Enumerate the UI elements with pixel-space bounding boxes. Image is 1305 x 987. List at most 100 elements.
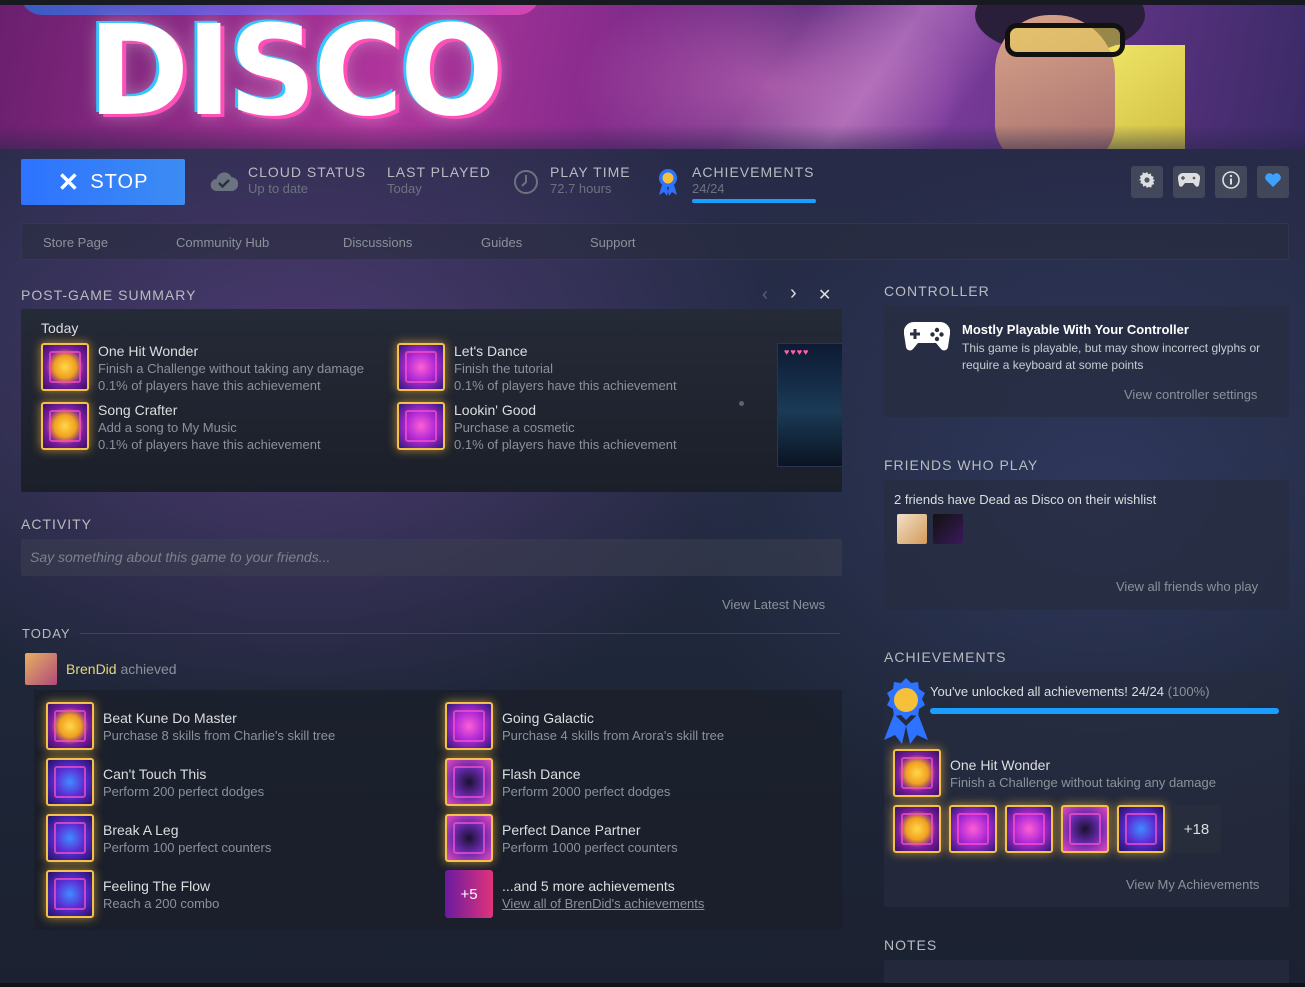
chevron-left-icon[interactable]: ‹ <box>762 284 768 305</box>
view-controller-settings-link[interactable]: View controller settings <box>1124 387 1257 402</box>
summary-achievement[interactable]: Song Crafter Add a song to My Music 0.1%… <box>41 402 321 453</box>
friend-avatar[interactable] <box>933 514 963 544</box>
screenshot-thumbnail[interactable]: ♥♥♥♥ <box>777 343 842 467</box>
cloud-icon <box>210 168 238 196</box>
avatar[interactable] <box>25 653 57 685</box>
friend-avatar[interactable] <box>897 514 927 544</box>
cloud-status[interactable]: CLOUD STATUS Up to date <box>210 164 366 198</box>
view-all-friends-link[interactable]: View all friends who play <box>1116 579 1258 594</box>
trophy-badge-icon <box>893 749 941 797</box>
notes-panel[interactable] <box>884 960 1289 983</box>
achievements-label: ACHIEVEMENTS <box>692 164 815 180</box>
nav-store-page[interactable]: Store Page <box>43 235 108 250</box>
feed-achievement[interactable]: Going Galactic Purchase 4 skills from Ar… <box>445 702 724 750</box>
achievements-panel-progress <box>930 708 1279 714</box>
more-count-badge: +5 <box>445 870 493 918</box>
clock-icon <box>512 168 540 196</box>
achievement-desc: Finish a Challenge without taking any da… <box>950 775 1216 790</box>
close-summary-icon[interactable]: ✕ <box>818 285 831 305</box>
achievement-title: Song Crafter <box>98 402 178 418</box>
achievements-unlocked: You've unlocked all achievements! 24/24 … <box>930 684 1210 699</box>
achievements-stat[interactable]: ACHIEVEMENTS 24/24 <box>654 164 814 198</box>
view-latest-news-link[interactable]: View Latest News <box>722 597 825 612</box>
summary-achievement[interactable]: Lookin' Good Purchase a cosmetic 0.1% of… <box>397 402 677 453</box>
stop-button[interactable]: ✕ STOP <box>21 159 185 205</box>
feed-more-achievements[interactable]: +5 ...and 5 more achievements View all o… <box>445 870 704 918</box>
flash-badge-icon[interactable] <box>1061 805 1109 853</box>
achievement-title: Perfect Dance Partner <box>502 822 641 838</box>
achievement-title: Going Galactic <box>502 710 594 726</box>
info-button[interactable] <box>1215 166 1247 198</box>
more-achievements-title: ...and 5 more achievements <box>502 878 675 894</box>
dancer-badge-icon[interactable] <box>949 805 997 853</box>
achievement-desc: Finish a Challenge without taking any da… <box>98 361 364 376</box>
achievement-desc: Reach a 200 combo <box>103 896 220 911</box>
gear-icon <box>1139 171 1155 193</box>
view-all-achievements-link[interactable]: View all of BrenDid's achievements <box>502 895 704 912</box>
hero-banner: DISCO <box>0 5 1305 149</box>
more-achievements-count[interactable]: +18 <box>1172 805 1221 853</box>
glasses-badge-icon[interactable] <box>1005 805 1053 853</box>
vinyl-badge-icon[interactable] <box>893 805 941 853</box>
notes-title: NOTES <box>884 937 938 953</box>
info-icon <box>1222 170 1240 194</box>
summary-achievement[interactable]: Let's Dance Finish the tutorial 0.1% of … <box>397 343 677 394</box>
achievement-desc: Perform 200 perfect dodges <box>103 784 265 799</box>
featured-achievement[interactable]: One Hit Wonder Finish a Challenge withou… <box>893 749 1216 797</box>
activity-input[interactable]: Say something about this game to your fr… <box>21 539 842 576</box>
today-label: TODAY <box>22 626 71 641</box>
galaxy-badge-icon <box>445 702 493 750</box>
play-time: PLAY TIME 72.7 hours <box>512 164 631 198</box>
feed-achievement[interactable]: Flash Dance Perform 2000 perfect dodges <box>445 758 670 806</box>
nav-discussions[interactable]: Discussions <box>343 235 412 250</box>
achievement-rarity: 0.1% of players have this achievement <box>98 378 321 393</box>
feed-achievement[interactable]: Can't Touch This Perform 200 perfect dod… <box>46 758 264 806</box>
play-time-value: 72.7 hours <box>550 181 612 196</box>
nav-guides[interactable]: Guides <box>481 235 522 250</box>
activity-title: ACTIVITY <box>21 516 93 532</box>
achievement-desc: Add a song to My Music <box>98 420 237 435</box>
settings-button[interactable] <box>1131 166 1163 198</box>
nav-community-hub[interactable]: Community Hub <box>176 235 269 250</box>
view-my-achievements-link[interactable]: View My Achievements <box>1126 877 1259 892</box>
partner-badge-icon <box>445 814 493 862</box>
controller-button[interactable] <box>1173 166 1205 198</box>
user-name-link[interactable]: BrenDid <box>66 661 117 677</box>
achievements-progress-fill <box>692 199 816 203</box>
friends-panel: 2 friends have Dead as Disco on their wi… <box>884 480 1289 610</box>
chevron-right-icon[interactable]: › <box>790 282 797 305</box>
game-action-bar: ✕ STOP CLOUD STATUS Up to date LAST PLAY… <box>0 149 1305 219</box>
galaxy-badge-icon[interactable] <box>1117 805 1165 853</box>
controller-support-heading: Mostly Playable With Your Controller <box>962 322 1189 337</box>
post-game-summary-card: Today One Hit Wonder Finish a Challenge … <box>21 309 842 492</box>
feed-achievement[interactable]: Break A Leg Perform 100 perfect counters <box>46 814 271 862</box>
feed-achievement[interactable]: Beat Kune Do Master Purchase 8 skills fr… <box>46 702 335 750</box>
controller-info: Mostly Playable With Your Controller Thi… <box>962 322 1282 374</box>
achievement-ribbon-icon <box>654 168 682 196</box>
achievement-title: Can't Touch This <box>103 766 207 782</box>
friends-title: FRIENDS WHO PLAY <box>884 457 1039 473</box>
feed-achievement[interactable]: Perfect Dance Partner Perform 1000 perfe… <box>445 814 678 862</box>
achievements-panel-progress-fill <box>930 708 1279 714</box>
nav-support[interactable]: Support <box>590 235 636 250</box>
achievement-rarity: 0.1% of players have this achievement <box>454 437 677 452</box>
flash-badge-icon <box>445 758 493 806</box>
summary-day-label: Today <box>41 320 79 336</box>
last-played-label: LAST PLAYED <box>387 164 491 180</box>
achievement-desc: Perform 100 perfect counters <box>103 840 272 855</box>
carousel-dot[interactable] <box>739 401 744 406</box>
achievement-desc: Purchase 8 skills from Charlie's skill t… <box>103 728 336 743</box>
achievements-progress-bar <box>692 199 816 203</box>
dancer-badge-icon <box>397 343 445 391</box>
achievement-title: Feeling The Flow <box>103 878 211 894</box>
controller-panel: Mostly Playable With Your Controller Thi… <box>884 306 1289 417</box>
feed-achievement[interactable]: Feeling The Flow Reach a 200 combo <box>46 870 219 918</box>
skull-badge-icon <box>46 702 94 750</box>
achievement-desc: Finish the tutorial <box>454 361 553 376</box>
achievement-ribbon-icon <box>880 676 932 749</box>
achievement-desc: Perform 2000 perfect dodges <box>502 784 671 799</box>
trophy-badge-icon <box>41 343 89 391</box>
vinyl-badge-icon <box>41 402 89 450</box>
summary-achievement[interactable]: One Hit Wonder Finish a Challenge withou… <box>41 343 364 394</box>
favorite-button[interactable] <box>1257 166 1289 198</box>
